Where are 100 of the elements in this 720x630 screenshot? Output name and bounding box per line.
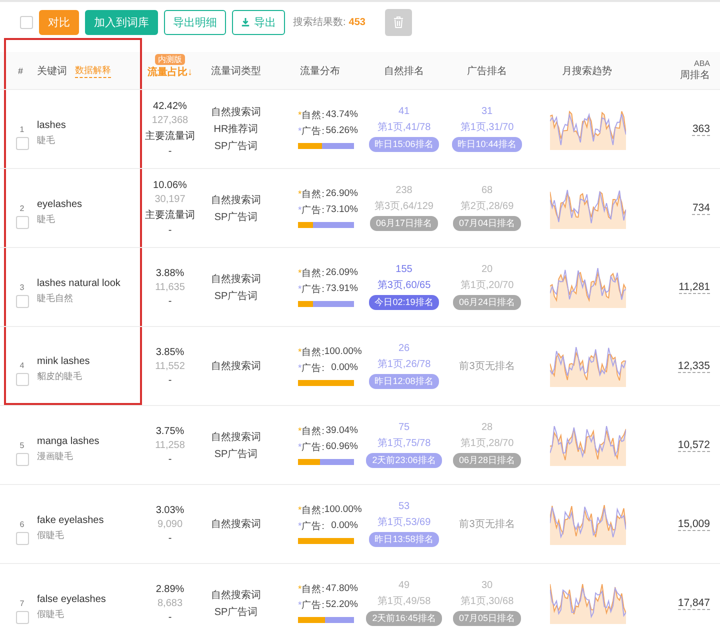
rank-page: 第1页,20/70 — [460, 279, 514, 292]
aba-rank: 11,281 — [678, 280, 710, 294]
keyword-translation: 睫毛自然 — [37, 292, 74, 304]
traffic-split-text: *自然:39.04% — [298, 425, 358, 438]
traffic-split-bar — [298, 617, 354, 623]
keyword-translation: 貂皮的睫毛 — [37, 370, 83, 382]
rank-time-tag: 06月24日排名 — [452, 295, 522, 310]
empty-value: - — [168, 454, 172, 464]
row-number: 6 — [20, 520, 24, 528]
empty-value: - — [168, 532, 172, 544]
rank-time-tag: 07月05日排名 — [452, 611, 522, 626]
row-number: 4 — [20, 360, 24, 370]
empty-value: - — [168, 146, 172, 157]
row-number: 5 — [20, 440, 24, 450]
aba-rank: 10,572 — [678, 438, 710, 452]
search-volume: 11,552 — [155, 360, 185, 372]
traffic-share: 3.03% — [156, 504, 184, 516]
rank-time-tag: 2天前23:06排名 — [366, 453, 442, 468]
rank-text: 前3页无排名 — [459, 360, 515, 373]
rank-time-tag: 昨日10:44排名 — [452, 137, 522, 152]
rank-time-tag: 06月28日排名 — [452, 453, 522, 468]
data-explanation-link[interactable]: 数据解释 — [75, 64, 111, 78]
search-volume: 11,258 — [155, 440, 185, 450]
traffic-split-text: *广告: 0.00% — [298, 520, 358, 533]
rank-number: 30 — [481, 580, 493, 591]
row-checkbox[interactable] — [16, 372, 28, 386]
toolbar-button[interactable]: 对比 — [39, 10, 79, 34]
keyword-translation: 睫毛 — [37, 212, 56, 226]
search-volume: 11,635 — [155, 282, 185, 292]
rank-number: 20 — [481, 264, 493, 275]
traffic-split-text: *广告:73.91% — [298, 283, 358, 296]
column-header: 广告排名 — [466, 64, 508, 78]
column-header: 关键词 — [37, 64, 67, 78]
traffic-share: 3.75% — [156, 426, 184, 436]
traffic-split-text: *自然:26.90% — [298, 188, 358, 201]
keyword-type: SP广告词 — [214, 606, 258, 618]
row-checkbox[interactable] — [16, 532, 28, 544]
aba-rank: 363 — [692, 122, 710, 136]
rank-page: 第3页,60/65 — [377, 279, 431, 292]
empty-value: - — [168, 296, 172, 306]
traffic-split-text: *广告:56.26% — [298, 125, 358, 138]
keyword-translation: 假睫毛 — [37, 528, 65, 542]
traffic-split-bar — [298, 459, 354, 465]
row-checkbox[interactable] — [16, 452, 28, 466]
rank-number: 75 — [398, 422, 410, 433]
keyword-text: lashes natural look — [37, 278, 122, 288]
rank-number: 238 — [396, 185, 412, 196]
row-checkbox[interactable] — [16, 610, 28, 624]
aba-rank: 734 — [692, 202, 710, 214]
traffic-split-bar — [298, 143, 354, 149]
aba-rank: 15,009 — [678, 518, 710, 530]
rank-page: 第1页,26/78 — [377, 358, 431, 371]
rank-time-tag: 06月17日排名 — [370, 216, 438, 231]
traffic-share: 42.42% — [153, 101, 187, 112]
export-button[interactable]: 导出 — [232, 10, 285, 34]
empty-value: - — [168, 374, 172, 386]
traffic-split-text: *广告:52.20% — [298, 599, 358, 612]
row-checkbox[interactable] — [16, 216, 28, 228]
empty-value: - — [168, 612, 172, 622]
traffic-split-bar — [298, 538, 354, 544]
traffic-share: 10.06% — [153, 180, 187, 191]
select-all-checkbox[interactable] — [20, 16, 33, 28]
aba-rank: 17,847 — [678, 596, 710, 610]
search-volume: 30,197 — [154, 194, 186, 205]
keyword-type: 自然搜索词 — [211, 518, 261, 531]
rank-number: 53 — [398, 501, 410, 512]
keyword-translation: 假睫毛 — [37, 608, 65, 620]
trash-icon — [393, 16, 404, 28]
column-header: # — [17, 66, 24, 76]
rank-number: 68 — [481, 185, 493, 196]
row-number: 7 — [20, 598, 24, 608]
rank-page: 第2页,28/69 — [460, 200, 514, 213]
aba-rank: 12,335 — [678, 360, 710, 372]
rank-time-tag: 今日02:19排名 — [368, 295, 440, 310]
keyword-type: 自然搜索词 — [211, 106, 261, 119]
traffic-split-bar — [298, 380, 354, 386]
rank-page: 第3页,64/129 — [374, 200, 434, 213]
column-header-sub: 周排名 — [680, 68, 710, 82]
toolbar-button[interactable]: 加入到词库 — [85, 10, 158, 34]
keyword-translation: 漫画睫毛 — [37, 450, 74, 462]
traffic-split-text: *广告: 0.00% — [298, 362, 358, 375]
rank-page: 第1页,53/69 — [377, 516, 431, 529]
keyword-type: 自然搜索词 — [211, 194, 261, 206]
traffic-share: 2.89% — [156, 584, 184, 594]
row-checkbox[interactable] — [16, 136, 28, 150]
column-header[interactable]: 流量占比↓ — [148, 65, 192, 79]
column-header: 月搜索趋势 — [561, 64, 613, 78]
rank-number: 31 — [481, 106, 493, 117]
toolbar-button[interactable]: 导出明细 — [164, 10, 226, 34]
rank-time-tag: 昨日13:58排名 — [368, 532, 440, 547]
keyword-text: mink lashes — [37, 356, 91, 366]
download-icon — [241, 18, 250, 26]
column-header: 流量分布 — [299, 64, 341, 78]
traffic-share: 3.88% — [156, 268, 184, 278]
rank-time-tag: 07月04日排名 — [452, 216, 522, 231]
row-checkbox[interactable] — [16, 294, 28, 308]
row-number: 2 — [20, 204, 24, 212]
traffic-share: 3.85% — [156, 346, 184, 358]
keyword-text: eyelashes — [37, 198, 84, 210]
keyword-type: HR推荐词 — [214, 122, 258, 136]
